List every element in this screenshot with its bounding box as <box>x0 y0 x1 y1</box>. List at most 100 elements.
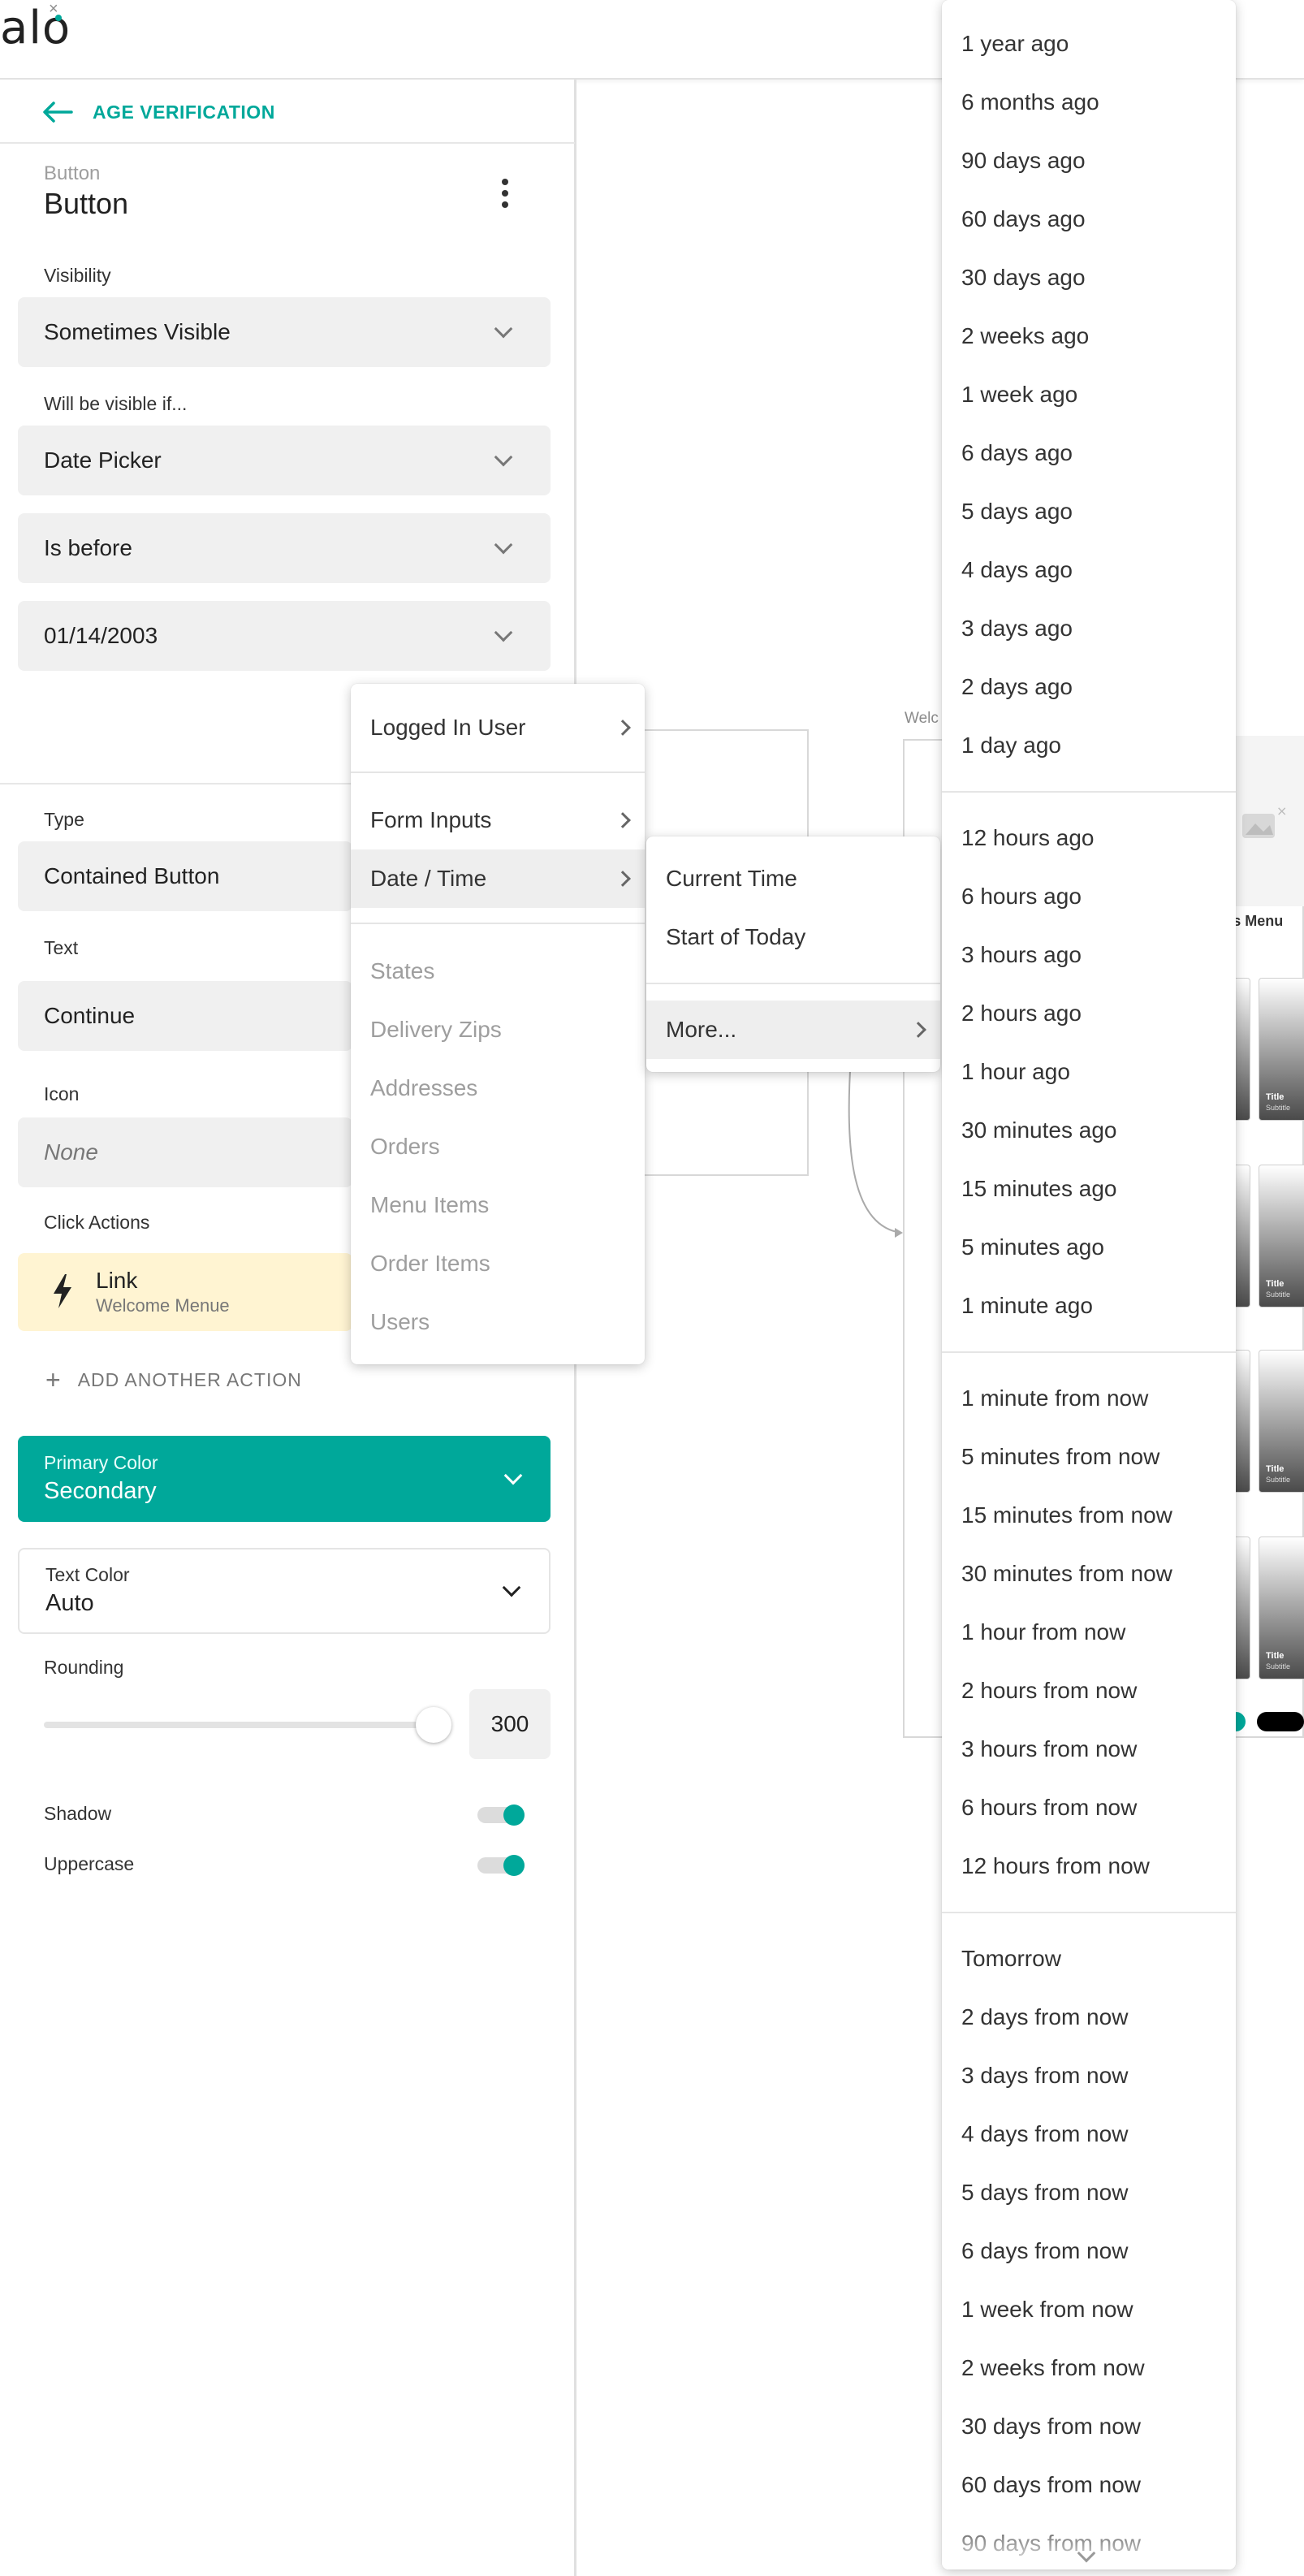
menu-item[interactable]: 5 days ago <box>942 482 1236 541</box>
rounding-value-input[interactable]: 300 <box>469 1689 551 1759</box>
rounding-slider-track[interactable] <box>44 1722 430 1728</box>
menu-item[interactable]: 60 days from now <box>942 2456 1236 2514</box>
menu-item[interactable]: 1 year ago <box>942 15 1236 73</box>
menu-item[interactable]: 12 hours ago <box>942 809 1236 867</box>
menu-item-logged-in-user[interactable]: Logged In User <box>351 698 645 757</box>
visibility-label: Visibility <box>44 265 111 286</box>
menu-item-more[interactable]: More... <box>646 1001 940 1059</box>
component-type-label: Button <box>44 162 101 184</box>
add-action-button[interactable]: + ADD ANOTHER ACTION <box>45 1365 302 1395</box>
primary-color-value: Secondary <box>44 1478 157 1504</box>
menu-item[interactable]: 12 hours from now <box>942 1837 1236 1895</box>
condition-source-value: Date Picker <box>44 447 162 473</box>
condition-operator-select[interactable]: Is before <box>18 513 551 583</box>
menu-item[interactable]: Tomorrow <box>942 1930 1236 1988</box>
menu-item-states: States <box>370 958 435 983</box>
menu-item[interactable]: 5 minutes from now <box>942 1428 1236 1486</box>
icon-label: Icon <box>44 1083 80 1104</box>
menu-item-current-time[interactable]: Current Time <box>646 849 940 908</box>
menu-item[interactable]: 3 hours from now <box>942 1720 1236 1779</box>
menu-item[interactable]: 4 days from now <box>942 2105 1236 2163</box>
primary-color-select[interactable]: Primary Color Secondary <box>18 1436 551 1522</box>
plus-icon: + <box>45 1365 62 1394</box>
menu-item[interactable]: 30 minutes ago <box>942 1101 1236 1160</box>
menu-item[interactable]: 6 hours from now <box>942 1779 1236 1837</box>
menu-item[interactable]: 4 days ago <box>942 541 1236 599</box>
menu-item-start-of-today[interactable]: Start of Today <box>646 908 940 966</box>
shadow-label: Shadow <box>44 1803 112 1824</box>
menu-item[interactable]: 30 days ago <box>942 249 1236 307</box>
menu-separator <box>351 923 645 924</box>
menu-item[interactable]: 1 minute ago <box>942 1277 1236 1335</box>
menu-item[interactable]: 30 minutes from now <box>942 1545 1236 1603</box>
image-placeholder-icon: × <box>1242 803 1287 838</box>
menu-item-users: Users <box>370 1309 430 1334</box>
menu-item[interactable]: 3 days from now <box>942 2047 1236 2105</box>
menu-item[interactable]: 1 week from now <box>942 2280 1236 2339</box>
rounding-label: Rounding <box>44 1657 124 1678</box>
back-link[interactable]: AGE VERIFICATION <box>41 96 275 128</box>
menu-item[interactable]: 30 days from now <box>942 2397 1236 2456</box>
menu-item[interactable]: 90 days ago <box>942 132 1236 190</box>
menu-item-form-inputs[interactable]: Form Inputs <box>351 791 645 849</box>
menu-item[interactable]: 6 hours ago <box>942 867 1236 926</box>
text-color-select[interactable]: Text Color Auto <box>18 1548 551 1634</box>
click-action-card[interactable]: Link Welcome Menue <box>18 1253 352 1331</box>
visibility-select[interactable]: Sometimes Visible <box>18 297 551 367</box>
menu-item[interactable]: 15 minutes ago <box>942 1160 1236 1218</box>
thumb-card[interactable]: Title Subtitle <box>1259 1165 1304 1307</box>
menu-item[interactable]: 1 week ago <box>942 365 1236 424</box>
menu-item[interactable]: 2 weeks from now <box>942 2339 1236 2397</box>
icon-value: None <box>44 1139 98 1165</box>
condition-source-select[interactable]: Date Picker <box>18 426 551 495</box>
menu-item[interactable]: 6 months ago <box>942 73 1236 132</box>
rounding-slider-thumb[interactable] <box>416 1707 451 1743</box>
menu-item[interactable]: 2 hours ago <box>942 984 1236 1043</box>
menu-item[interactable]: 1 hour from now <box>942 1603 1236 1662</box>
thumb-card[interactable]: Title Subtitle <box>1259 1350 1304 1493</box>
canvas-button-black[interactable] <box>1257 1712 1304 1731</box>
thumb-card[interactable]: Title Subtitle <box>1259 1537 1304 1679</box>
thumb-card[interactable]: Title Subtitle <box>1259 978 1304 1121</box>
type-select[interactable]: Contained Button <box>18 841 352 911</box>
menu-item[interactable]: 60 days ago <box>942 190 1236 249</box>
menu-separator <box>351 772 645 773</box>
menu-item[interactable]: 3 hours ago <box>942 926 1236 984</box>
text-label: Text <box>44 937 79 958</box>
lightning-icon <box>54 1274 71 1308</box>
more-options-icon[interactable] <box>497 179 513 208</box>
menu-item[interactable]: 2 hours from now <box>942 1662 1236 1720</box>
menu-item[interactable]: 5 days from now <box>942 2163 1236 2222</box>
svg-text:×: × <box>1276 803 1287 819</box>
uppercase-toggle[interactable] <box>477 1853 526 1878</box>
menu-item[interactable]: 1 minute from now <box>942 1369 1236 1428</box>
menu-item[interactable]: 2 weeks ago <box>942 307 1236 365</box>
menu-item[interactable]: 1 hour ago <box>942 1043 1236 1101</box>
app-logo[interactable]: alo <box>0 2 71 54</box>
menu-item[interactable]: 2 days ago <box>942 658 1236 716</box>
menu-item[interactable]: 6 days ago <box>942 424 1236 482</box>
add-action-label: ADD ANOTHER ACTION <box>77 1369 302 1390</box>
flow-connector-arrow <box>848 1057 903 1238</box>
shadow-toggle[interactable] <box>477 1803 526 1827</box>
menu-item[interactable]: 1 day ago <box>942 716 1236 775</box>
primary-color-label: Primary Color <box>44 1452 158 1473</box>
icon-select[interactable]: None <box>18 1117 352 1187</box>
menu-item-orders: Orders <box>370 1134 440 1159</box>
text-color-label: Text Color <box>45 1564 130 1585</box>
menu-item-date-time[interactable]: Date / Time <box>351 849 645 908</box>
condition-value-select[interactable]: 01/14/2003 <box>18 601 551 671</box>
menu-item[interactable]: 15 minutes from now <box>942 1486 1236 1545</box>
menu-item[interactable]: 2 days from now <box>942 1988 1236 2047</box>
menu-item[interactable]: 5 minutes ago <box>942 1218 1236 1277</box>
chevron-down-icon <box>494 447 513 467</box>
back-arrow-icon <box>43 102 73 123</box>
menu-item[interactable]: 6 days from now <box>942 2222 1236 2280</box>
menu-item[interactable]: 3 days ago <box>942 599 1236 658</box>
chevron-down-icon <box>494 535 513 555</box>
chevron-down-icon <box>494 319 513 339</box>
chevron-right-icon <box>615 720 631 736</box>
chevron-down-icon <box>502 1578 521 1597</box>
text-input[interactable]: Continue <box>18 981 352 1051</box>
back-link-label: AGE VERIFICATION <box>93 101 275 123</box>
